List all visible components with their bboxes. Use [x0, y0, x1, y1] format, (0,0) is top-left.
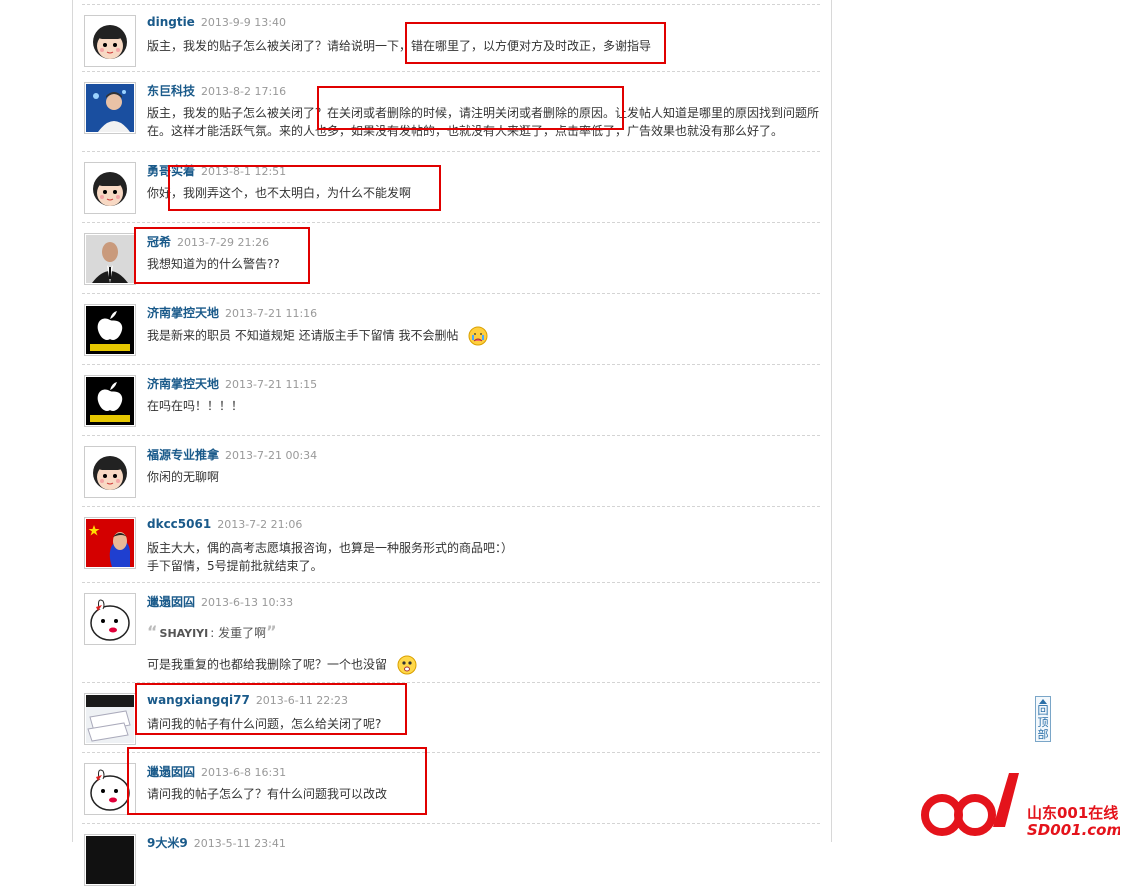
quote-text: 发重了啊 [218, 626, 267, 640]
highlight-box [127, 747, 427, 815]
post-time: 2013-7-21 11:15 [225, 378, 318, 391]
author-link[interactable]: dingtie [147, 15, 195, 29]
post-time: 2013-7-2 21:06 [217, 518, 303, 531]
cartoon-girl-avatar-icon [86, 448, 134, 496]
cartoon-girl-avatar-icon [86, 17, 134, 65]
author-link[interactable]: 济南掌控天地 [147, 306, 219, 320]
avatar[interactable] [84, 162, 136, 214]
sd001-logo-icon: 山东001在线 SD001.com [915, 765, 1122, 840]
comment-item: 济南掌控天地 2013-7-21 11:15 在吗在吗！！！！ [82, 365, 820, 436]
svg-text:SD001.com: SD001.com [1027, 821, 1120, 839]
comment-item: 9大米9 2013-5-11 23:41 [82, 824, 820, 886]
avatar[interactable] [84, 517, 136, 569]
comment-item: 邋遢囡囜 2013-6-13 10:33 “SHAYIYI: 发重了啊” 可是我重… [82, 583, 820, 683]
svg-text:山东001在线: 山东001在线 [1027, 804, 1118, 822]
comment-text: 你闲的无聊啊 [147, 470, 220, 484]
post-time: 2013-7-21 00:34 [225, 449, 318, 462]
crying-face-icon [468, 326, 488, 346]
post-time: 2013-6-13 10:33 [201, 596, 294, 609]
confused-face-icon [397, 655, 417, 675]
highlight-box [134, 227, 310, 284]
author-link[interactable]: dkcc5061 [147, 517, 211, 531]
post-time: 2013-9-9 13:40 [200, 16, 286, 29]
quote-close-icon: ” [266, 622, 277, 641]
man-suit-avatar-icon [86, 235, 134, 283]
author-link[interactable]: 济南掌控天地 [147, 377, 219, 391]
cartoon-girl-avatar-icon [86, 164, 134, 212]
avatar[interactable] [84, 375, 136, 427]
avatar[interactable] [84, 15, 136, 67]
comment-item: dkcc5061 2013-7-2 21:06 版主大大，偶的高考志愿填报咨询，也… [82, 507, 820, 583]
site-watermark-logo: 山东001在线 SD001.com [915, 765, 1122, 840]
author-link[interactable]: 福源专业推拿 [147, 448, 219, 462]
apple-logo-avatar-icon [86, 377, 134, 425]
avatar[interactable] [84, 693, 136, 745]
quote-open-icon: “ [147, 622, 158, 641]
post-time: 2013-8-2 17:16 [201, 85, 287, 98]
author-link[interactable]: 9大米9 [147, 836, 188, 850]
highlight-box [317, 86, 624, 130]
back-to-top-button[interactable]: 回顶部 [1035, 696, 1051, 742]
highlight-box [168, 165, 441, 211]
comment-text: 我是新来的职员 不知道规矩 还请版主手下留情 我不会删帖 [147, 326, 822, 346]
dark-photo-avatar-icon [86, 836, 134, 884]
apple-logo-avatar-icon [86, 306, 134, 354]
papers-photo-avatar-icon [86, 695, 134, 743]
avatar[interactable] [84, 446, 136, 498]
author-link[interactable]: 邋遢囡囜 [147, 595, 195, 609]
post-time: 2013-5-11 23:41 [193, 837, 286, 850]
quote-author: SHAYIYI [159, 627, 209, 640]
comment-text: 版主大大，偶的高考志愿填报咨询，也算是一种服务形式的商品吧：） 手下留情，5号提前… [147, 541, 514, 573]
author-link[interactable]: 东巨科技 [147, 84, 195, 98]
post-time: 2013-7-21 11:16 [225, 307, 318, 320]
flag-portrait-avatar-icon [86, 519, 134, 567]
highlight-box [135, 683, 407, 735]
avatar[interactable] [84, 304, 136, 356]
comment-text: 在吗在吗！！！！ [147, 399, 244, 413]
comment-text: “SHAYIYI: 发重了啊” 可是我重复的也都给我删除了呢？一个也没留 [147, 623, 822, 675]
quote-block: “SHAYIYI: 发重了啊” [147, 622, 277, 641]
comment-item: 福源专业推拿 2013-7-21 00:34 你闲的无聊啊 [82, 436, 820, 507]
avatar[interactable] [84, 593, 136, 645]
highlight-box [405, 22, 666, 64]
avatar[interactable] [84, 233, 136, 285]
bunny-face-avatar-icon [86, 595, 134, 643]
man-photo-avatar-icon [86, 84, 134, 132]
avatar[interactable] [84, 82, 136, 134]
comment-item: 济南掌控天地 2013-7-21 11:16 我是新来的职员 不知道规矩 还请版主… [82, 294, 820, 365]
